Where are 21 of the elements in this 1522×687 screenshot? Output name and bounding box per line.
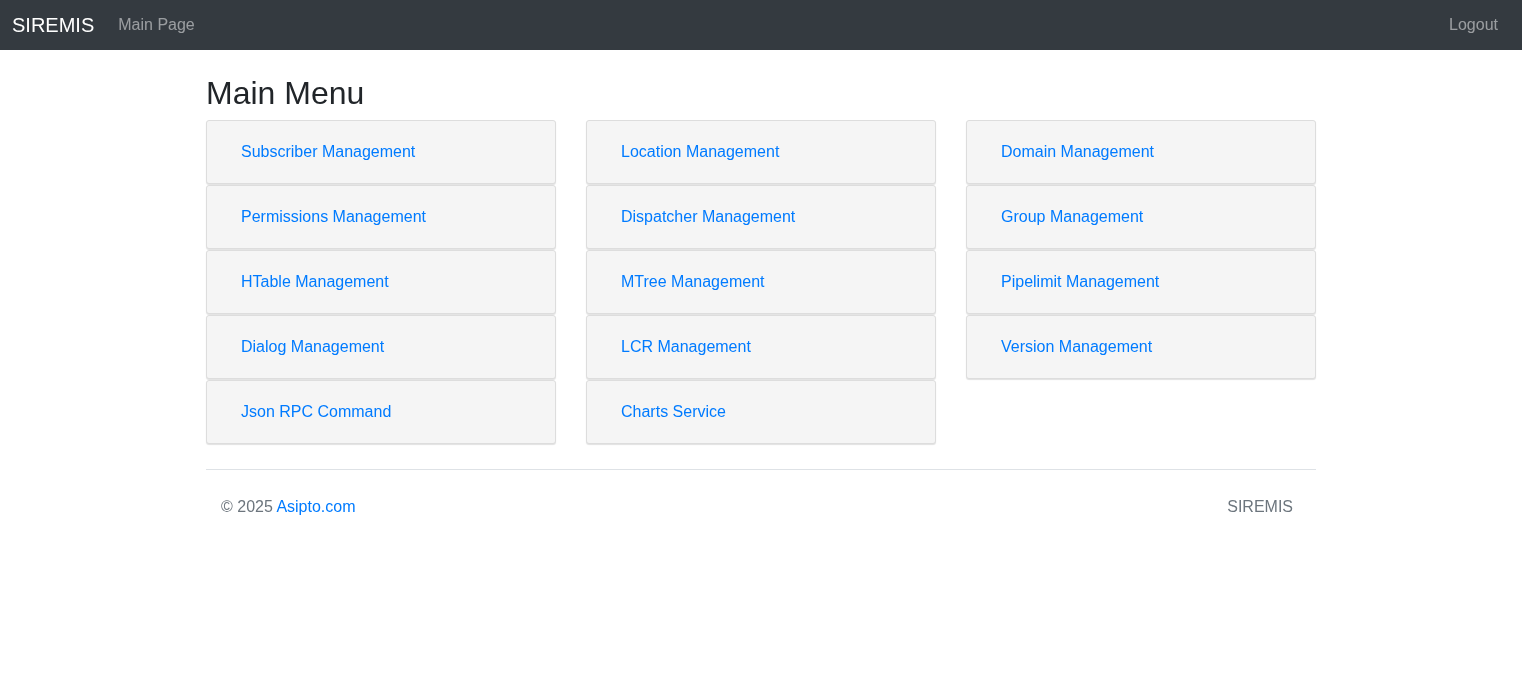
menu-card-link[interactable]: Dispatcher Management (586, 185, 936, 250)
menu-card-link[interactable]: Subscriber Management (206, 120, 556, 185)
menu-card-link[interactable]: HTable Management (206, 250, 556, 315)
footer-link[interactable]: Asipto.com (276, 498, 356, 516)
menu-card-link[interactable]: MTree Management (586, 250, 936, 315)
menu-card-link[interactable]: Json RPC Command (206, 380, 556, 445)
menu-card-link[interactable]: LCR Management (586, 315, 936, 380)
nav-link[interactable]: Main Page (118, 16, 195, 34)
menu-card-link[interactable]: Pipelimit Management (966, 250, 1316, 315)
menu-card-link[interactable]: Domain Management (966, 120, 1316, 185)
logout-link[interactable]: Logout (1449, 16, 1498, 34)
menu-card-link[interactable]: Group Management (966, 185, 1316, 250)
menu-card-link[interactable]: Charts Service (586, 380, 936, 445)
menu-card-link[interactable]: Dialog Management (206, 315, 556, 380)
brand-link[interactable]: SIREMIS (12, 13, 95, 37)
footer-brand-text: SIREMIS (1227, 498, 1293, 517)
copyright-text: © 2025 Asipto.com (221, 498, 356, 517)
menu-card-link[interactable]: Location Management (586, 120, 936, 185)
menu-card-link[interactable]: Permissions Management (206, 185, 556, 250)
menu-card-link[interactable]: Version Management (966, 315, 1316, 380)
page-title: Main Menu (206, 74, 366, 113)
